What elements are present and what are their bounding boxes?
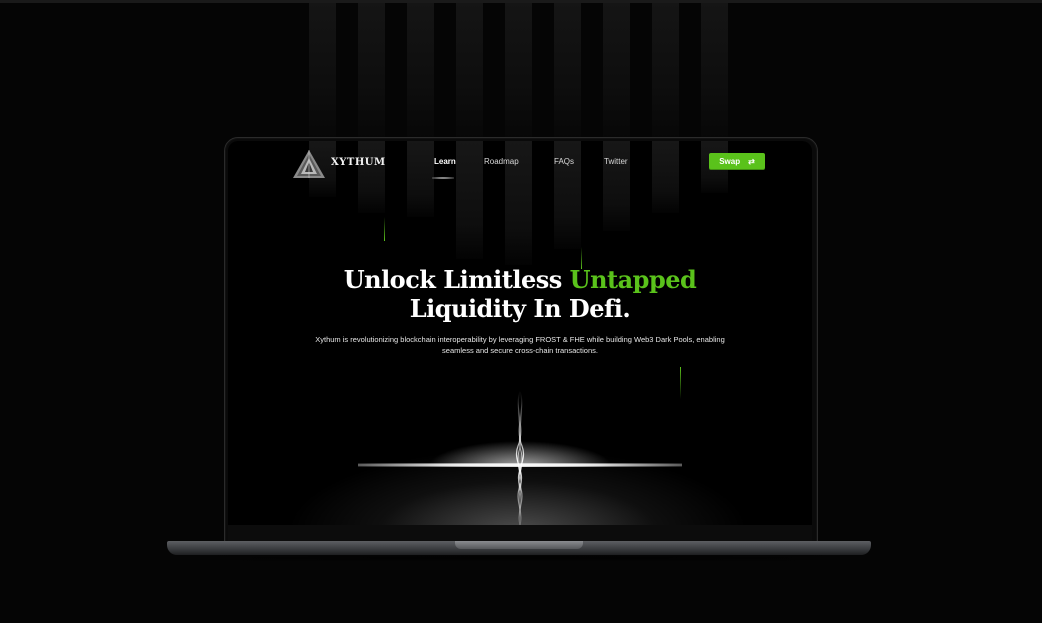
nav-item-twitter[interactable]: Twitter bbox=[604, 157, 628, 166]
active-nav-indicator bbox=[432, 177, 454, 179]
background-bar bbox=[701, 3, 728, 153]
background-bar bbox=[603, 3, 630, 153]
background-bar bbox=[407, 3, 434, 153]
background-bar bbox=[309, 3, 336, 153]
headline-accent: Untapped bbox=[569, 265, 697, 294]
laptop-notch bbox=[455, 541, 583, 549]
laptop-shadow bbox=[200, 555, 840, 561]
headline-text: Unlock Limitless bbox=[343, 265, 570, 294]
swap-arrows-icon: ⇄ bbox=[748, 156, 755, 166]
nav-item-roadmap[interactable]: Roadmap bbox=[484, 157, 519, 166]
laptop-screen: XYTHUM Learn Roadmap FAQs Twitter Swap ⇄… bbox=[228, 141, 812, 525]
swap-button[interactable]: Swap ⇄ bbox=[709, 153, 765, 169]
light-beam-graphic bbox=[516, 391, 524, 525]
swap-button-label: Swap bbox=[719, 156, 741, 166]
headline-line-2: Liquidity In Defi. bbox=[409, 294, 631, 323]
top-navigation: XYTHUM Learn Roadmap FAQs Twitter Swap ⇄ bbox=[228, 141, 812, 181]
green-accent-line bbox=[384, 217, 385, 241]
background-bar bbox=[652, 3, 679, 153]
background-bar bbox=[554, 3, 581, 153]
background-bar bbox=[358, 3, 385, 153]
nav-item-faqs[interactable]: FAQs bbox=[554, 157, 574, 166]
brand-name[interactable]: XYTHUM bbox=[331, 157, 386, 168]
nav-item-learn[interactable]: Learn bbox=[434, 157, 456, 166]
background-bar bbox=[456, 3, 483, 153]
laptop-bezel bbox=[228, 525, 812, 542]
hero-headline: Unlock Limitless Untapped Liquidity In D… bbox=[228, 265, 812, 323]
xythum-logo-icon[interactable] bbox=[292, 149, 326, 179]
background-bar bbox=[505, 3, 532, 153]
hero-subtitle: Xythum is revolutionizing blockchain int… bbox=[315, 335, 725, 355]
